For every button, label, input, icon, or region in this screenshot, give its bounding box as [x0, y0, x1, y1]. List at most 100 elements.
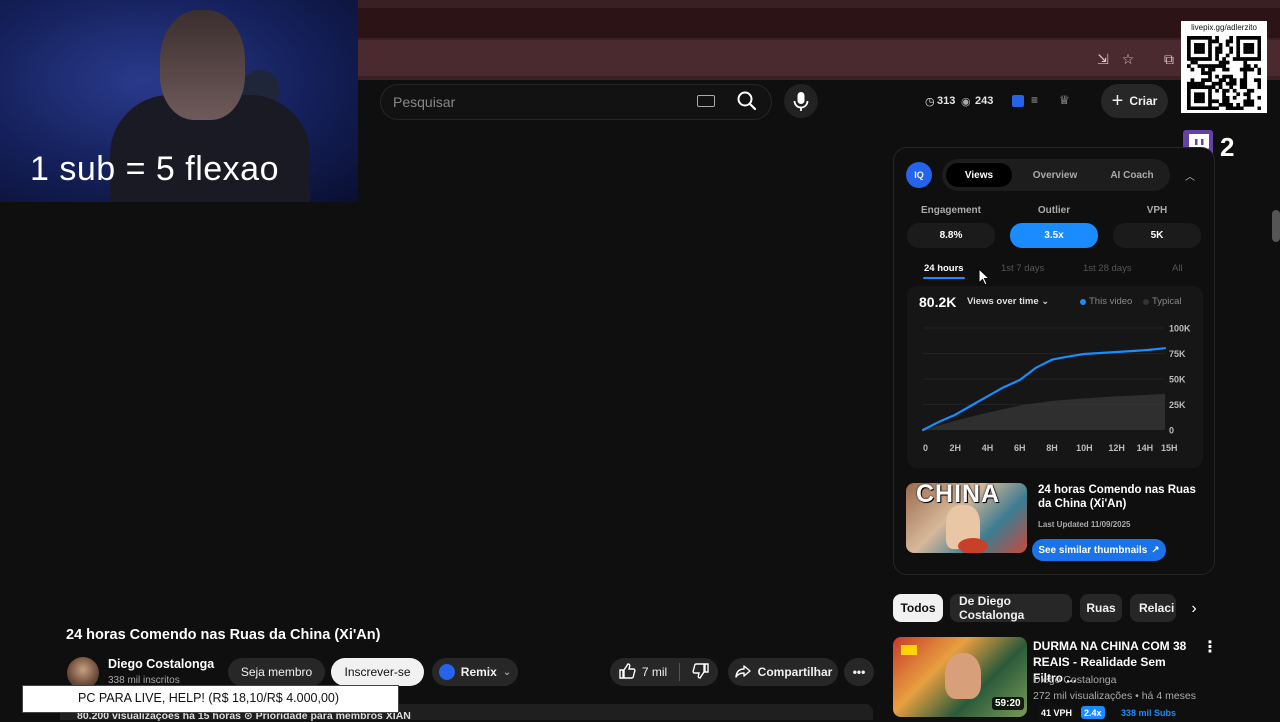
chip-de-diego[interactable]: De Diego Costalonga	[950, 594, 1072, 622]
qr-module	[1243, 102, 1248, 107]
qr-module	[1246, 102, 1251, 107]
metric-engagement-label: Engagement	[920, 205, 981, 216]
qr-module	[1222, 60, 1226, 65]
chart-mode-dropdown[interactable]: Views over time ⌄	[967, 296, 1049, 307]
voice-search-button[interactable]	[784, 84, 818, 118]
qr-module	[1250, 50, 1255, 54]
qr-module	[1187, 46, 1191, 51]
qr-module	[1204, 36, 1209, 40]
metric-outlier-value[interactable]: 3.5x	[1010, 223, 1098, 248]
qr-module	[1243, 74, 1248, 79]
qr-module	[1215, 81, 1219, 86]
chip-ruas[interactable]: Ruas	[1080, 594, 1122, 622]
chart-x-tick-label: 0	[923, 443, 928, 453]
qr-module	[1215, 88, 1219, 93]
views-line-chart: 100K 75K 50K 25K 0 0 2H 4H 6H 8H 10H 12H 14H 15H	[921, 324, 1191, 453]
period-all[interactable]: All	[1172, 263, 1183, 274]
qr-module	[1246, 36, 1251, 40]
period-first-28-days[interactable]: 1st 28 days	[1083, 263, 1132, 274]
qr-module	[1253, 78, 1258, 83]
tab-ai-coach[interactable]: AI Coach	[1096, 163, 1168, 187]
total-views: 80.2K	[919, 294, 957, 310]
qr-module	[1229, 81, 1234, 86]
join-button[interactable]: Seja membro	[228, 658, 325, 686]
qr-module	[1194, 81, 1198, 86]
qr-module	[1257, 43, 1261, 47]
thumbnail-bowl	[958, 538, 988, 553]
qr-module	[1246, 57, 1251, 61]
period-24-hours[interactable]: 24 hours	[924, 263, 964, 274]
qr-module	[1211, 85, 1216, 90]
thumbs-down-icon[interactable]	[692, 662, 710, 683]
like-count[interactable]: 7 mil	[642, 665, 667, 679]
qr-module	[1215, 106, 1219, 110]
more-actions-icon[interactable]: •••	[844, 658, 874, 686]
qr-module	[1239, 81, 1244, 86]
qr-module	[1197, 99, 1202, 104]
period-first-7-days[interactable]: 1st 7 days	[1001, 263, 1044, 274]
legend-dot-icon	[1080, 298, 1086, 305]
metric-vph-value[interactable]: 5K	[1113, 223, 1201, 248]
chip-todos[interactable]: Todos	[893, 594, 943, 622]
qr-module	[1194, 36, 1198, 40]
qr-module	[1190, 60, 1195, 65]
list-icon[interactable]: ≡	[1031, 93, 1038, 107]
qr-module	[1253, 64, 1258, 68]
tab-views[interactable]: Views	[946, 163, 1012, 187]
chart-x-tick-label: 12H	[1108, 443, 1125, 453]
qr-module	[1225, 88, 1230, 93]
qr-module	[1222, 74, 1226, 79]
search-icon[interactable]	[735, 89, 759, 113]
trophy-icon[interactable]: ♕	[1059, 93, 1070, 107]
qr-module	[1201, 50, 1205, 54]
qr-module	[1257, 36, 1261, 40]
remix-button[interactable]: Remix ⌄	[432, 658, 518, 686]
bookmark-star-icon[interactable]: ☆	[1119, 50, 1137, 68]
more-vert-icon[interactable]: ⋮	[1202, 637, 1218, 657]
qr-module	[1215, 50, 1219, 54]
qr-module	[1208, 106, 1212, 110]
qr-module	[1229, 106, 1234, 110]
qr-module	[1225, 39, 1230, 44]
qr-module	[1225, 60, 1230, 65]
qr-module	[1236, 53, 1241, 58]
chevron-right-icon[interactable]: ›	[1183, 598, 1205, 620]
qr-module	[1190, 85, 1195, 90]
collapse-chevron-icon[interactable]: ︿	[1185, 168, 1195, 183]
qr-module	[1218, 50, 1223, 54]
vph-badge: 41 VPH	[1038, 706, 1076, 719]
share-button[interactable]: Compartilhar	[728, 658, 838, 686]
qr-module	[1250, 46, 1255, 51]
install-icon[interactable]: ⇲	[1094, 50, 1112, 68]
clock-icon: ◷	[925, 96, 935, 108]
see-similar-thumbnails-button[interactable]: See similar thumbnails ↗	[1032, 539, 1166, 561]
qr-module	[1222, 92, 1226, 97]
qr-module	[1257, 46, 1261, 51]
tab-overview[interactable]: Overview	[1018, 163, 1092, 187]
recommended-channel[interactable]: Diego Costalonga	[1033, 674, 1116, 686]
qr-module	[1257, 81, 1261, 86]
create-button[interactable]: + Criar	[1101, 84, 1168, 118]
scrollbar[interactable]	[1272, 210, 1280, 242]
qr-module	[1190, 67, 1195, 72]
qr-module	[1222, 64, 1226, 68]
outlier-badge: 2.4x	[1081, 706, 1105, 719]
channel-name[interactable]: Diego Costalonga	[108, 657, 214, 671]
iq-extension-icon[interactable]	[1012, 95, 1024, 107]
extensions-icon[interactable]: ⧉	[1160, 50, 1178, 68]
qr-module	[1229, 74, 1234, 79]
qr-module	[1257, 85, 1261, 90]
qr-module	[1250, 57, 1255, 61]
qr-module	[1215, 74, 1219, 79]
thumbs-up-icon[interactable]	[618, 662, 636, 683]
subscribe-button[interactable]: Inscrever-se	[331, 658, 424, 686]
qr-module	[1243, 36, 1248, 40]
duration-badge: 59:20	[992, 697, 1024, 710]
metric-engagement-value[interactable]: 8.8%	[907, 223, 995, 248]
browser-address-bar[interactable]	[358, 40, 1280, 76]
qr-module	[1225, 81, 1230, 86]
qr-module	[1194, 106, 1198, 110]
qr-module	[1194, 85, 1198, 90]
keyboard-icon[interactable]	[697, 95, 715, 107]
chip-relacionados[interactable]: Relaci	[1130, 594, 1176, 622]
